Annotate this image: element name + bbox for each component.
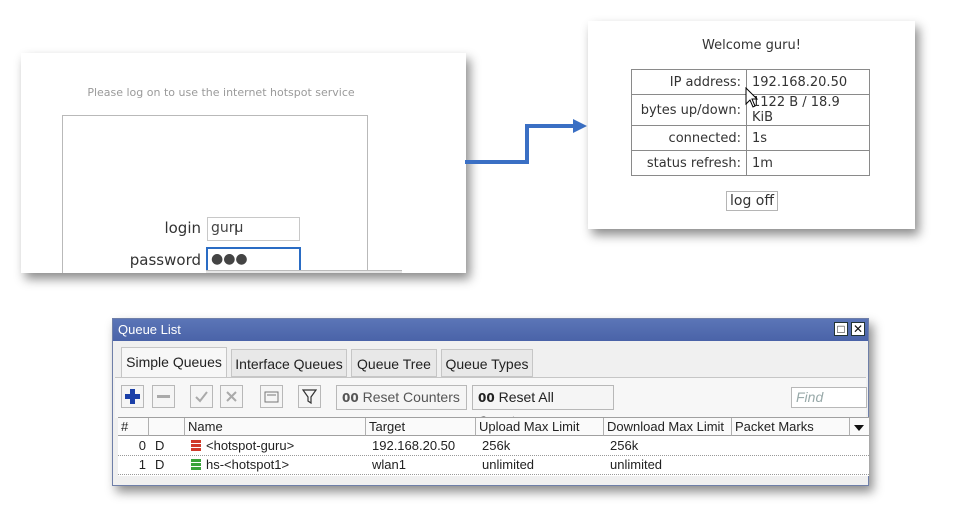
column-menu-chevron-down-icon[interactable] xyxy=(850,418,869,436)
queue-table: # Name Target Upload Max Limit Download … xyxy=(118,417,869,476)
login-input[interactable]: guru xyxy=(207,217,300,241)
status-row: connected: 1s xyxy=(631,125,870,151)
reset-counters-label: Reset Counters xyxy=(362,389,460,405)
status-key: IP address: xyxy=(631,69,747,95)
disable-x-icon[interactable] xyxy=(220,385,243,408)
row-divider xyxy=(118,474,869,475)
row-target: 192.168.20.50 xyxy=(372,438,456,453)
status-value: 1s xyxy=(746,125,870,151)
status-key: connected: xyxy=(631,125,747,151)
text-cursor-icon: I xyxy=(234,223,239,239)
row-flag: D xyxy=(155,457,165,472)
row-number: 1 xyxy=(138,457,146,472)
filter-icon[interactable] xyxy=(298,385,321,408)
close-window-icon[interactable]: ✕ xyxy=(851,322,865,336)
mouse-pointer-icon xyxy=(745,87,759,108)
hotspot-login-page: Please log on to use the internet hotspo… xyxy=(21,53,466,273)
counter-icon: 00 xyxy=(478,391,495,405)
counter-icon: 00 xyxy=(342,391,359,405)
autocomplete-dropdown xyxy=(206,270,402,273)
status-value: 1122 B / 18.9 KiB xyxy=(746,94,870,126)
row-packet-marks xyxy=(735,437,850,455)
welcome-message: Welcome guru! xyxy=(702,38,801,53)
tab-queue-tree[interactable]: Queue Tree xyxy=(351,349,437,377)
row-download: 256k xyxy=(610,438,639,453)
log-off-button[interactable]: log off xyxy=(726,191,779,211)
find-input[interactable]: Find xyxy=(791,387,867,408)
queue-name: <hotspot-guru> xyxy=(206,438,295,453)
row-target: wlan1 xyxy=(372,457,406,472)
column-header-name[interactable]: Name xyxy=(185,418,366,436)
window-title-bar[interactable]: Queue List □ ✕ xyxy=(113,319,868,341)
hotspot-status-page: Welcome guru! IP address: 192.168.20.50 … xyxy=(588,21,915,229)
add-icon[interactable] xyxy=(121,385,144,408)
queue-list-window: Queue List □ ✕ Simple Queues Interface Q… xyxy=(112,318,869,486)
enable-check-icon[interactable] xyxy=(190,385,213,408)
password-label: password xyxy=(129,251,201,269)
row-name: <hotspot-guru> xyxy=(185,437,366,455)
row-number: 0 xyxy=(138,438,146,453)
column-header-packet-marks[interactable]: Packet Marks xyxy=(732,418,850,436)
column-header-flags[interactable] xyxy=(149,418,185,436)
row-upload: 256k xyxy=(482,438,511,453)
flow-arrow-icon xyxy=(465,119,587,164)
remove-icon[interactable] xyxy=(152,385,175,408)
reset-all-counters-button[interactable]: 00 Reset All Counters xyxy=(472,385,614,429)
login-message: Please log on to use the internet hotspo… xyxy=(87,86,355,99)
row-packet-marks xyxy=(735,456,850,474)
status-row: status refresh: 1m xyxy=(631,150,870,176)
restore-window-icon[interactable]: □ xyxy=(834,322,848,336)
reset-counters-button[interactable]: 00 Reset Counters xyxy=(336,385,467,410)
tab-simple-queues[interactable]: Simple Queues xyxy=(121,347,227,377)
status-value: 1m xyxy=(746,150,870,176)
column-header-number[interactable]: # xyxy=(118,418,149,436)
row-upload: unlimited xyxy=(482,457,535,472)
column-header-upload[interactable]: Upload Max Limit xyxy=(476,418,604,436)
queue-name: hs-<hotspot1> xyxy=(206,457,290,472)
status-key: bytes up/down: xyxy=(631,94,747,126)
queue-red-icon xyxy=(191,440,201,451)
row-flag: D xyxy=(155,438,165,453)
row-name: hs-<hotspot1> xyxy=(185,456,366,474)
login-label: login xyxy=(164,219,201,237)
row-download: unlimited xyxy=(610,457,663,472)
tab-interface-queues[interactable]: Interface Queues xyxy=(231,349,347,377)
toolbar: 00 Reset Counters 00 Reset All Counters … xyxy=(115,377,867,429)
column-header-target[interactable]: Target xyxy=(366,418,476,436)
status-table: IP address: 192.168.20.50 bytes up/down:… xyxy=(631,69,870,176)
column-header-download[interactable]: Download Max Limit xyxy=(604,418,732,436)
queue-green-icon xyxy=(191,459,201,470)
tab-queue-types[interactable]: Queue Types xyxy=(441,349,533,377)
comment-icon[interactable] xyxy=(260,385,283,408)
status-key: status refresh: xyxy=(631,150,747,176)
status-value: 192.168.20.50 xyxy=(746,69,870,95)
window-title: Queue List xyxy=(118,322,181,337)
